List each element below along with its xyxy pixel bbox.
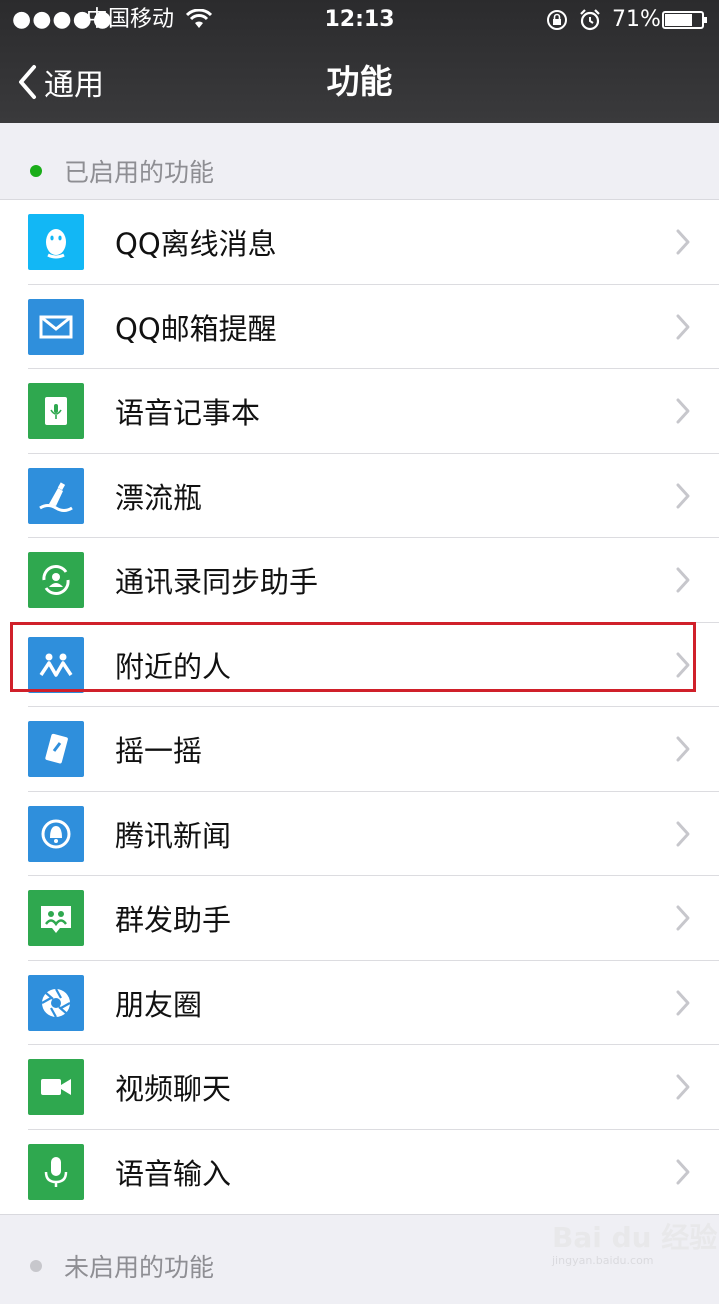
tencent-news-icon <box>28 805 84 862</box>
enabled-section-label: 已启用的功能 <box>64 158 215 187</box>
chevron-right-icon <box>676 736 690 762</box>
disabled-section-label: 未启用的功能 <box>64 1253 215 1282</box>
watermark-sub: jingyan.baidu.com <box>552 1254 654 1267</box>
chevron-right-icon <box>676 1159 690 1184</box>
navigation-bar: 通用 功能 <box>0 40 719 123</box>
feature-row[interactable]: 通讯录同步助手 <box>0 538 719 623</box>
broadcast-icon <box>28 890 84 947</box>
chevron-right-icon <box>676 652 690 677</box>
page-title: 功能 <box>326 62 393 101</box>
chevron-right-icon <box>676 398 690 424</box>
feature-label: 腾讯新闻 <box>115 818 232 853</box>
baidu-watermark: Bai du 经验 jingyan.baidu.com <box>552 1216 717 1267</box>
qq-penguin-icon <box>28 214 84 271</box>
chevron-right-icon <box>676 483 690 508</box>
enabled-features-list: QQ离线消息 QQ邮箱提醒 语音记事本漂流瓶通讯录同步助手 附近的人摇一摇腾讯新闻群发… <box>0 199 719 1215</box>
chevron-right-icon <box>676 821 690 846</box>
feature-row[interactable]: 群发助手 <box>0 876 719 961</box>
battery-icon <box>662 11 707 29</box>
feature-row[interactable]: 视频聊天 <box>0 1045 719 1130</box>
feature-label: 通讯录同步助手 <box>115 565 319 600</box>
video-camera-icon <box>28 1059 84 1116</box>
chevron-right-icon <box>676 990 690 1015</box>
feature-row[interactable]: QQ邮箱提醒 <box>0 285 719 370</box>
battery-percentage: 71% <box>612 7 661 32</box>
feature-row[interactable]: 附近的人 <box>0 623 719 708</box>
feature-row[interactable]: 腾讯新闻 <box>0 792 719 877</box>
top-bar: ●●●●● 中国移动 12:13 71% 通用 功能 <box>0 0 719 123</box>
feature-label: QQ离线消息 <box>115 227 277 262</box>
feature-label: 语音输入 <box>115 1156 232 1191</box>
feature-label: QQ邮箱提醒 <box>115 311 277 346</box>
enabled-dot-icon <box>30 165 42 177</box>
shake-phone-icon <box>28 721 84 778</box>
chevron-right-icon <box>676 1074 690 1100</box>
feature-row[interactable]: 朋友圈 <box>0 961 719 1046</box>
people-nearby-icon <box>28 636 84 693</box>
contact-sync-icon <box>28 552 84 609</box>
alarm-clock-icon <box>580 9 600 31</box>
chevron-right-icon <box>676 314 690 339</box>
chevron-right-icon <box>676 229 690 255</box>
watermark-text: Bai du 经验 <box>552 1221 718 1254</box>
feature-label: 附近的人 <box>115 649 232 684</box>
feature-row[interactable]: 摇一摇 <box>0 707 719 792</box>
rotation-lock-icon <box>547 10 567 30</box>
feature-label: 视频聊天 <box>115 1072 232 1107</box>
feature-row[interactable]: 语音记事本 <box>0 369 719 454</box>
feature-row[interactable]: 漂流瓶 <box>0 454 719 539</box>
microphone-icon <box>28 1143 84 1200</box>
feature-row[interactable]: 语音输入 <box>0 1130 719 1215</box>
enabled-section-header: 已启用的功能 <box>0 133 719 209</box>
chevron-right-icon <box>676 567 690 593</box>
feature-label: 语音记事本 <box>115 396 261 431</box>
drift-bottle-icon <box>28 467 84 524</box>
feature-row[interactable]: QQ离线消息 <box>0 200 719 285</box>
feature-label: 摇一摇 <box>115 734 203 769</box>
voice-notebook-icon <box>28 383 84 440</box>
chevron-right-icon <box>676 905 690 931</box>
feature-label: 漂流瓶 <box>115 480 203 515</box>
disabled-dot-icon <box>30 1260 42 1272</box>
mail-icon <box>28 298 84 355</box>
status-bar: ●●●●● 中国移动 12:13 71% <box>0 0 719 40</box>
feature-label: 群发助手 <box>115 903 232 938</box>
feature-label: 朋友圈 <box>115 987 203 1022</box>
moments-icon <box>28 974 84 1031</box>
